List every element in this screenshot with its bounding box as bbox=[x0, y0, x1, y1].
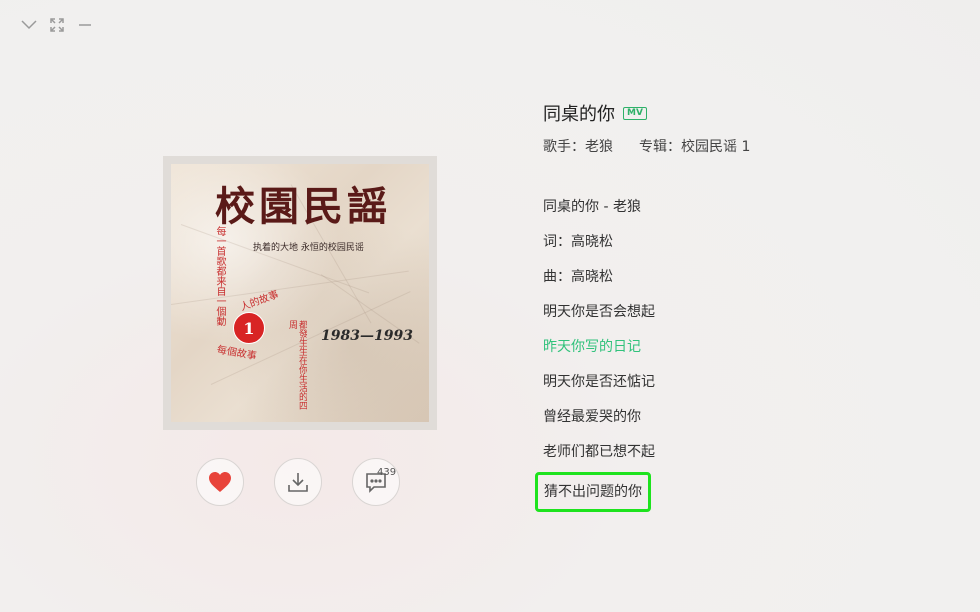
album-link[interactable]: 专辑：校园民谣 1 bbox=[639, 136, 750, 156]
lyric-line: 曲：高晓松 bbox=[543, 269, 613, 285]
download-icon bbox=[288, 473, 308, 492]
chevron-down-icon[interactable] bbox=[20, 16, 38, 34]
action-buttons: 439 bbox=[196, 458, 400, 506]
lyrics-panel: 同桌的你 - 老狼 词：高晓松 曲：高晓松 明天你是否会想起 昨天你写的日记 明… bbox=[535, 196, 655, 512]
lyric-line-active: 昨天你写的日记 bbox=[543, 339, 641, 355]
download-button[interactable] bbox=[274, 458, 322, 506]
cover-number-badge: 1 bbox=[233, 312, 265, 344]
comment-count: 439 bbox=[377, 467, 397, 478]
song-info: 同桌的你 MV 歌手：老狼 专辑：校园民谣 1 bbox=[543, 100, 750, 156]
artist-link[interactable]: 歌手：老狼 bbox=[543, 136, 613, 156]
lyric-line: 词：高晓松 bbox=[543, 234, 613, 250]
cover-story-text: 人的故事 bbox=[239, 289, 281, 314]
cover-subtitle: 执着的大地 永恒的校园民谣 bbox=[253, 243, 364, 253]
album-cover-frame: 校園民謡 执着的大地 永恒的校园民谣 每一首歌都来自一個動 人的故事 1 每個故… bbox=[163, 156, 437, 430]
window-controls bbox=[20, 14, 94, 36]
album-cover[interactable]: 校園民謡 执着的大地 永恒的校园民谣 每一首歌都来自一個動 人的故事 1 每個故… bbox=[171, 164, 429, 422]
lyric-line-highlighted: 猜不出问题的你 bbox=[535, 472, 651, 512]
fullscreen-icon[interactable] bbox=[48, 16, 66, 34]
cover-story-text-2: 每個故事 bbox=[216, 344, 258, 363]
minimize-icon[interactable] bbox=[76, 16, 94, 34]
song-title: 同桌的你 bbox=[543, 104, 615, 125]
cover-years: 1983—1993 bbox=[321, 328, 413, 344]
lyric-line: 曾经最爱哭的你 bbox=[543, 409, 641, 425]
lyric-line: 老师们都已想不起 bbox=[543, 444, 655, 460]
heart-icon bbox=[209, 472, 231, 492]
comment-button[interactable]: 439 bbox=[352, 458, 400, 506]
song-title-row: 同桌的你 MV bbox=[543, 100, 750, 126]
lyric-line: 明天你是否还惦记 bbox=[543, 374, 655, 390]
cover-vertical-text-2: 都發生生在你生活的四周 bbox=[287, 320, 307, 410]
like-button[interactable] bbox=[196, 458, 244, 506]
cover-vertical-text: 每一首歌都来自一個動 bbox=[214, 226, 225, 326]
lyric-line: 明天你是否会想起 bbox=[543, 304, 655, 320]
song-meta: 歌手：老狼 专辑：校园民谣 1 bbox=[543, 136, 750, 156]
cover-title: 校園民謡 bbox=[215, 183, 391, 230]
mv-badge[interactable]: MV bbox=[623, 106, 647, 120]
lyric-highlight-row: 猜不出问题的你 bbox=[535, 472, 655, 512]
lyric-line: 同桌的你 - 老狼 bbox=[543, 199, 641, 215]
